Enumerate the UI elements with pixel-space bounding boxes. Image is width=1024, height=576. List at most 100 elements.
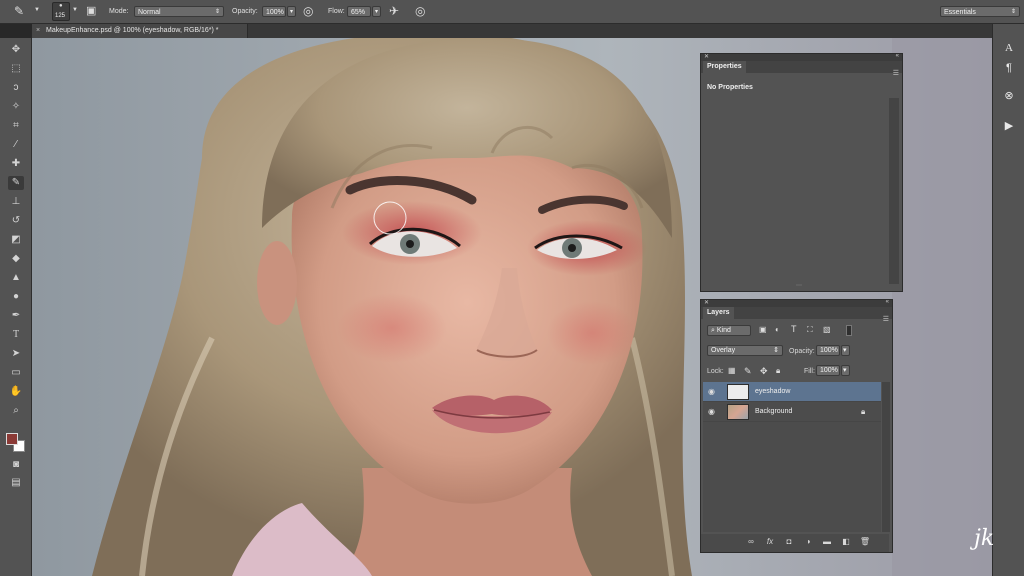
layer-row-eyeshadow[interactable]: ◉ eyeshadow xyxy=(703,382,881,402)
brush-size-value: 125 xyxy=(55,13,66,19)
delete-layer-icon[interactable]: 🗑︎ xyxy=(859,537,871,546)
magic-wand-icon[interactable]: ✧ xyxy=(8,100,24,114)
scrollbar[interactable] xyxy=(882,382,890,532)
character-panel-icon[interactable]: A xyxy=(1001,40,1017,56)
layer-opacity-input[interactable]: 100% xyxy=(816,345,840,356)
blend-mode-select[interactable]: Overlay ⇕ xyxy=(707,345,783,356)
layer-opacity-dropdown[interactable]: ▾ xyxy=(841,345,850,356)
scrollbar[interactable] xyxy=(889,98,899,284)
mode-value: Normal xyxy=(138,9,161,16)
new-group-icon[interactable]: ▬ xyxy=(821,537,833,546)
adjustment-layer-icon[interactable]: ◑ xyxy=(802,537,814,546)
eraser-icon[interactable]: ◩ xyxy=(8,233,24,247)
zoom-icon[interactable]: ⌕ xyxy=(8,404,24,418)
opacity-dropdown-button[interactable]: ▾ xyxy=(287,6,296,17)
lock-transparent-icon[interactable]: ▦ xyxy=(728,366,736,375)
right-panel-dock: A ¶ ⊗ ▶ xyxy=(992,24,1024,576)
fill-dropdown[interactable]: ▾ xyxy=(841,365,850,376)
healing-icon[interactable]: ✚ xyxy=(8,157,24,171)
updown-arrows-icon: ⇕ xyxy=(773,347,779,354)
resize-grip-icon[interactable]: ⋯ xyxy=(796,282,802,289)
mode-select[interactable]: Normal ⇕ xyxy=(134,6,224,17)
tab-properties[interactable]: Properties xyxy=(703,61,746,73)
foreground-color-swatch[interactable] xyxy=(6,433,18,445)
shape-icon[interactable]: ▭ xyxy=(8,366,24,380)
blur-icon[interactable]: ▲ xyxy=(8,271,24,285)
chevron-down-icon[interactable]: ▼ xyxy=(34,7,40,13)
layer-thumbnail xyxy=(727,404,749,420)
flow-dropdown-button[interactable]: ▾ xyxy=(372,6,381,17)
updown-arrows-icon: ⇕ xyxy=(1010,9,1016,15)
channels-panel-icon[interactable]: ⊗ xyxy=(1001,88,1017,104)
path-select-icon[interactable]: ➤ xyxy=(8,347,24,361)
close-icon[interactable]: × xyxy=(36,27,40,34)
mode-label: Mode: xyxy=(109,8,129,15)
brush-tool-preset-icon[interactable]: ✎ xyxy=(14,4,24,18)
add-mask-icon[interactable]: ◘ xyxy=(783,537,795,546)
play-actions-icon[interactable]: ▶ xyxy=(1001,118,1017,134)
collapse-icon[interactable]: « xyxy=(896,53,899,59)
close-icon[interactable]: ✕ xyxy=(704,53,709,60)
visibility-eye-icon[interactable]: ◉ xyxy=(708,407,715,416)
lasso-icon[interactable]: ↄ xyxy=(8,81,24,95)
filter-smart-object-icon[interactable]: ▧ xyxy=(823,325,831,334)
lock-position-icon[interactable]: ✥ xyxy=(760,366,768,377)
tab-layers[interactable]: Layers xyxy=(703,307,734,319)
workspace-value: Essentials xyxy=(944,9,976,16)
brush-panel-icon[interactable]: ▣ xyxy=(86,4,96,17)
screen-mode-icon[interactable]: ▤ xyxy=(8,476,24,490)
filter-pixel-icon[interactable]: ▣ xyxy=(759,325,767,334)
workspace-select[interactable]: Essentials ⇕ xyxy=(940,6,1020,17)
pressure-size-icon[interactable]: ◎ xyxy=(415,4,425,18)
opacity-input[interactable]: 100% xyxy=(262,6,286,17)
close-icon[interactable]: ✕ xyxy=(704,299,709,306)
document-tab[interactable]: × MakeupEnhance.psd @ 100% (eyeshadow, R… xyxy=(32,24,248,38)
move-icon[interactable]: ✥ xyxy=(8,43,24,57)
paragraph-panel-icon[interactable]: ¶ xyxy=(1001,60,1017,76)
chevron-down-icon[interactable]: ▼ xyxy=(72,7,78,13)
marquee-icon[interactable]: ⬚ xyxy=(8,62,24,76)
panel-menu-icon[interactable]: ☰ xyxy=(893,68,899,80)
filter-toggle[interactable] xyxy=(846,325,852,336)
history-brush-icon[interactable]: ↺ xyxy=(8,214,24,228)
layer-row-background[interactable]: ◉ Background 🔒︎ xyxy=(703,402,881,422)
filter-type-icon[interactable]: T xyxy=(791,324,797,334)
fx-icon[interactable]: fx xyxy=(764,537,776,546)
dodge-icon[interactable]: ● xyxy=(8,290,24,304)
airbrush-icon[interactable]: ✈ xyxy=(389,4,399,18)
filter-shape-icon[interactable]: ⛶ xyxy=(807,325,813,335)
panel-tab-row: Properties ☰ xyxy=(701,61,902,77)
paint-bucket-icon[interactable]: ◆ xyxy=(8,252,24,266)
panel-header: ✕ « xyxy=(701,53,902,61)
flow-value: 65% xyxy=(351,9,366,16)
eyedropper-icon[interactable]: ⁄ xyxy=(8,138,24,152)
new-layer-icon[interactable]: ◧ xyxy=(840,537,852,546)
panel-menu-icon[interactable]: ☰ xyxy=(883,314,889,326)
fill-input[interactable]: 100% xyxy=(816,365,840,376)
flow-input[interactable]: 65% xyxy=(347,6,371,17)
clone-stamp-icon[interactable]: ⊥ xyxy=(8,195,24,209)
filter-kind-value: Kind xyxy=(716,327,731,334)
link-layers-icon[interactable]: ∞ xyxy=(745,537,757,546)
collapse-icon[interactable]: « xyxy=(886,299,889,305)
pressure-opacity-icon[interactable]: ◎ xyxy=(303,4,313,18)
watermark-logo: jk xyxy=(974,526,995,551)
properties-content: No Properties xyxy=(707,84,753,91)
quick-mask-icon[interactable]: ◙ xyxy=(8,458,24,472)
layer-filter-kind-select[interactable]: ⌕ Kind xyxy=(707,325,751,336)
crop-icon[interactable]: ⌗ xyxy=(8,119,24,133)
panel-header: ✕ « xyxy=(701,299,892,307)
brush-size-picker[interactable]: ● 125 xyxy=(52,2,70,21)
lock-pixels-icon[interactable]: ✎ xyxy=(744,366,752,377)
type-icon[interactable]: T xyxy=(8,328,24,342)
lock-all-icon[interactable]: 🔒︎ xyxy=(776,366,780,376)
filter-adjustment-icon[interactable]: ◐ xyxy=(775,325,780,334)
opacity-value: 100% xyxy=(266,9,284,16)
options-bar: ✎ ▼ ● 125 ▼ ▣ Mode: Normal ⇕ Opacity: 10… xyxy=(0,0,1024,24)
hand-icon[interactable]: ✋ xyxy=(8,385,24,399)
pen-icon[interactable]: ✒ xyxy=(8,309,24,323)
layer-name: Background xyxy=(755,408,793,415)
blend-mode-value: Overlay xyxy=(711,347,736,354)
brush-icon[interactable]: ✎ xyxy=(8,176,24,190)
visibility-eye-icon[interactable]: ◉ xyxy=(708,387,715,396)
